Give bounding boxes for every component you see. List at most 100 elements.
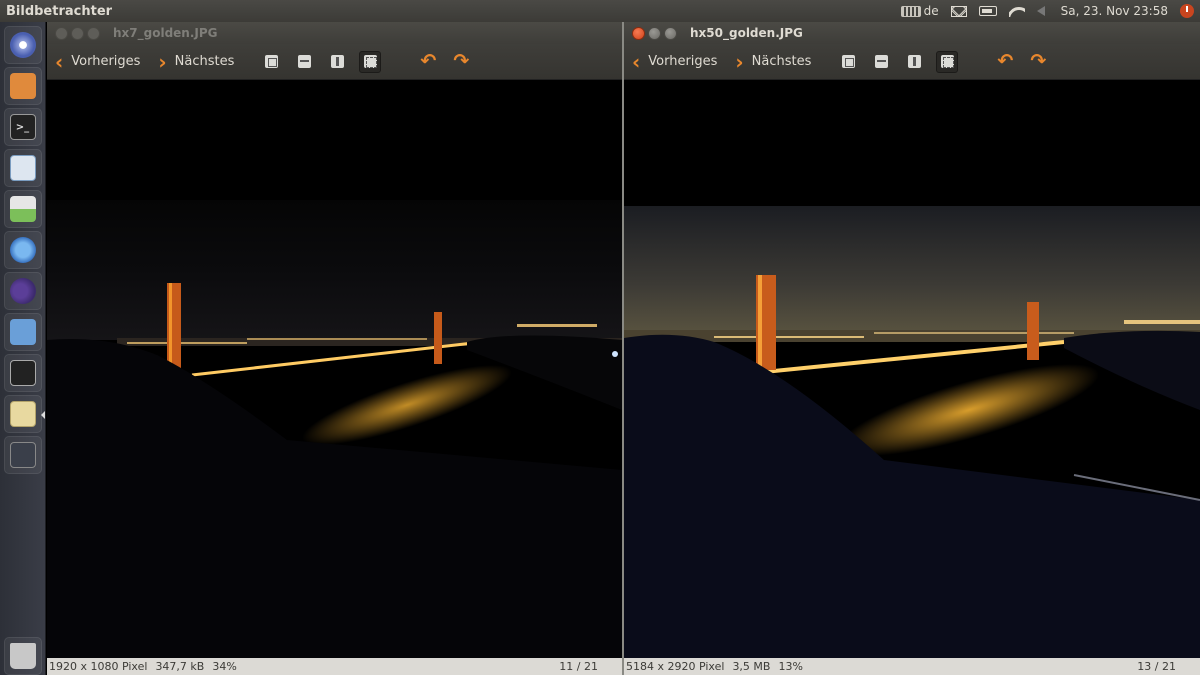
viewer-toolbar: ‹ Vorheriges › Nächstes ↶ ↷ <box>624 44 1200 80</box>
zoom-in-button[interactable] <box>903 51 925 73</box>
file-size: 347,7 kB <box>155 660 205 673</box>
next-button[interactable]: › Nächstes <box>158 52 234 72</box>
zoom-fit-button[interactable] <box>260 51 282 73</box>
zoom-normal-icon <box>297 55 311 68</box>
launcher-item-firefox[interactable] <box>3 231 42 269</box>
zoom-fit-icon <box>841 55 855 68</box>
previous-button[interactable]: ‹ Vorheriges <box>632 52 717 72</box>
window-buttons <box>55 26 113 40</box>
launcher-item-virtualbox[interactable] <box>3 313 42 351</box>
rotate-left-icon: ↶ <box>997 50 1014 72</box>
fullscreen-icon <box>940 55 954 68</box>
mail-icon <box>950 5 967 17</box>
keyboard-icon <box>900 5 921 17</box>
zoom-in-icon <box>330 55 344 68</box>
zoom-level: 13% <box>778 660 803 673</box>
launcher-item-workspaces[interactable] <box>3 436 42 474</box>
file-size: 3,5 MB <box>732 660 771 673</box>
chevron-right-icon: › <box>158 49 167 74</box>
workspace-switcher-icon <box>9 442 36 468</box>
rotate-right-icon: ↷ <box>1030 50 1047 72</box>
chevron-right-icon: › <box>735 49 744 74</box>
status-bar: 1920 x 1080 Pixel 347,7 kB 34% 11 / 21 <box>47 658 622 675</box>
launcher-item-camera[interactable] <box>3 354 42 392</box>
document-icon <box>9 155 36 181</box>
software-center-icon <box>9 401 36 427</box>
messaging-indicator[interactable] <box>950 5 967 17</box>
zoom-normal-button[interactable] <box>870 51 892 73</box>
zoom-fit-button[interactable] <box>837 51 859 73</box>
launcher-item-terminal[interactable]: >_ <box>3 108 42 146</box>
minimize-button[interactable] <box>648 26 661 40</box>
clock-indicator[interactable]: Sa, 23. Nov 23:58 <box>1061 4 1168 18</box>
launcher-item-eclipse[interactable] <box>3 272 42 310</box>
window-titlebar[interactable]: hx7_golden.JPG <box>47 22 622 44</box>
fullscreen-button[interactable] <box>936 50 959 73</box>
maximize-button[interactable] <box>87 26 100 40</box>
camera-icon <box>9 360 36 386</box>
chevron-left-icon: ‹ <box>55 49 64 74</box>
viewer-window-left[interactable]: hx7_golden.JPG ‹ Vorheriges › Nächstes ↶… <box>47 22 622 675</box>
next-button[interactable]: › Nächstes <box>735 52 811 72</box>
files-icon <box>9 73 36 99</box>
rotate-left-button[interactable]: ↶ <box>994 51 1016 73</box>
keyboard-layout-label: de <box>923 4 939 18</box>
previous-label: Vorheriges <box>648 54 718 69</box>
image-canvas[interactable] <box>624 80 1200 658</box>
status-bar: 5184 x 2920 Pixel 3,5 MB 13% 13 / 21 <box>624 658 1200 675</box>
power-icon <box>1180 4 1194 18</box>
golden-gate-night-photo <box>624 80 1200 658</box>
rotate-right-button[interactable]: ↷ <box>1027 51 1049 73</box>
launcher-item-document-viewer[interactable] <box>3 149 42 187</box>
virtualbox-icon <box>9 319 36 345</box>
zoom-in-icon <box>907 55 921 68</box>
window-titlebar[interactable]: hx50_golden.JPG <box>624 22 1200 44</box>
terminal-icon: >_ <box>9 114 36 140</box>
clock: Sa, 23. Nov 23:58 <box>1060 4 1168 18</box>
rotate-right-icon: ↷ <box>453 50 470 72</box>
image-viewer-icon <box>9 196 36 222</box>
ubuntu-logo-icon <box>9 32 36 58</box>
battery-indicator[interactable] <box>978 6 997 16</box>
keyboard-indicator[interactable]: de <box>900 4 939 18</box>
close-button[interactable] <box>632 26 645 40</box>
previous-label: Vorheriges <box>71 54 141 69</box>
active-indicator <box>40 411 45 419</box>
image-canvas[interactable] <box>47 80 622 658</box>
zoom-level: 34% <box>212 660 237 673</box>
wifi-icon <box>1009 5 1025 17</box>
maximize-button[interactable] <box>664 26 677 40</box>
rotate-right-button[interactable]: ↷ <box>450 51 472 73</box>
indicator-area: de Sa, 23. Nov 23:58 <box>900 4 1200 18</box>
golden-gate-night-photo <box>47 80 622 658</box>
rotate-left-icon: ↶ <box>420 50 437 72</box>
trash-icon <box>9 643 36 669</box>
session-indicator[interactable] <box>1180 4 1194 18</box>
zoom-controls: ↶ ↷ <box>837 50 1049 73</box>
window-title: hx50_golden.JPG <box>690 26 803 40</box>
launcher-item-trash[interactable] <box>3 637 42 675</box>
network-indicator[interactable] <box>1009 5 1025 17</box>
launcher-item-software-center[interactable] <box>3 395 45 433</box>
image-dimensions: 1920 x 1080 Pixel <box>49 660 148 673</box>
zoom-normal-button[interactable] <box>293 51 315 73</box>
close-button[interactable] <box>55 26 68 40</box>
previous-button[interactable]: ‹ Vorheriges <box>55 52 140 72</box>
zoom-normal-icon <box>874 55 888 68</box>
unity-launcher: >_ <box>0 22 46 675</box>
rotate-left-button[interactable]: ↶ <box>417 51 439 73</box>
launcher-item-ubuntu-dash[interactable] <box>3 26 42 64</box>
eclipse-icon <box>9 278 36 304</box>
fullscreen-button[interactable] <box>359 50 382 73</box>
active-app-title[interactable]: Bildbetrachter <box>0 4 901 19</box>
sound-indicator[interactable] <box>1036 6 1049 16</box>
image-dimensions: 5184 x 2920 Pixel <box>626 660 725 673</box>
volume-icon <box>1036 6 1049 16</box>
image-counter: 11 / 21 <box>559 660 598 673</box>
launcher-item-files[interactable] <box>3 67 42 105</box>
minimize-button[interactable] <box>71 26 84 40</box>
fullscreen-icon <box>363 55 377 68</box>
launcher-item-image-viewer[interactable] <box>3 190 42 228</box>
viewer-window-right[interactable]: hx50_golden.JPG ‹ Vorheriges › Nächstes … <box>624 22 1200 675</box>
zoom-in-button[interactable] <box>326 51 348 73</box>
